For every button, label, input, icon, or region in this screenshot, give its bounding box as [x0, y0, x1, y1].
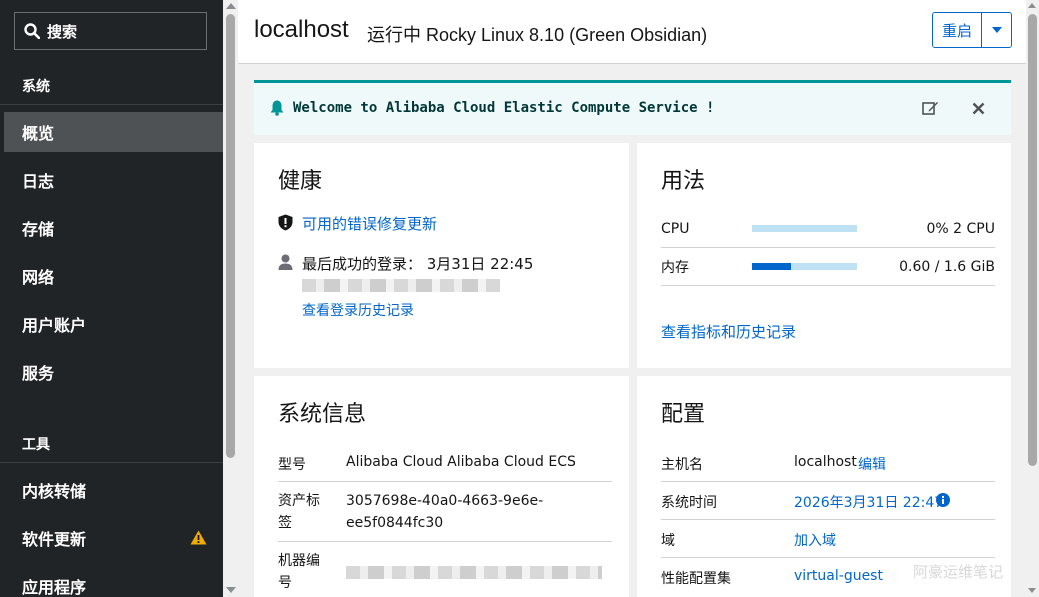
restart-button-group: 重启	[932, 12, 1012, 48]
redacted-machine-id	[346, 566, 602, 579]
health-title: 健康	[278, 169, 323, 194]
last-login-text: 最后成功的登录： 3月31日 22:45	[302, 255, 534, 273]
sysinfo-value: Alibaba Cloud Alibaba Cloud ECS	[346, 454, 576, 470]
sidebar-item-storage[interactable]: 存储	[4, 208, 223, 248]
config-title: 配置	[661, 402, 706, 427]
motd-banner: Welcome to Alibaba Cloud Elastic Compute…	[254, 80, 1011, 135]
sidebar-scrollbar[interactable]	[223, 0, 238, 597]
usage-card: 用法 CPU 0% 2 CPU 内存 0.60 / 1.6 GiB 查看指标和历…	[637, 143, 1011, 368]
cpu-progress-bar	[752, 225, 857, 232]
nav-divider	[0, 104, 223, 105]
sysinfo-row-model: 型号 Alibaba Cloud Alibaba Cloud ECS	[278, 454, 612, 482]
restart-button[interactable]: 重启	[933, 13, 981, 47]
sidebar-item-label: 日志	[22, 172, 55, 191]
search-input[interactable]: 搜索	[14, 12, 207, 50]
scroll-up-icon[interactable]	[1028, 3, 1036, 8]
usage-label: 内存	[661, 259, 689, 276]
sidebar-item-label: 网络	[22, 268, 55, 287]
sysinfo-row-asset: 资产标签 3057698e-40a0-4663-9e6e-ee5f0844fc3…	[278, 490, 612, 542]
last-login-row: 最后成功的登录： 3月31日 22:45	[278, 253, 533, 274]
usage-value: 0.60 / 1.6 GiB	[899, 258, 995, 275]
usage-row-cpu: CPU 0% 2 CPU	[661, 210, 995, 248]
sysinfo-key: 型号	[278, 457, 306, 473]
sidebar-item-updates[interactable]: 软件更新	[4, 518, 223, 558]
memory-progress-bar	[752, 263, 857, 270]
nav-divider	[0, 462, 223, 463]
sysinfo-row-machine: 机器编号	[278, 550, 612, 597]
scroll-down-icon[interactable]	[226, 587, 236, 593]
memory-progress-fill	[752, 263, 792, 270]
bell-icon	[270, 100, 284, 120]
usage-value: 0% 2 CPU	[926, 220, 995, 237]
warning-icon	[190, 530, 207, 549]
banner-message: Welcome to Alibaba Cloud Elastic Compute…	[293, 100, 715, 116]
sidebar-item-network[interactable]: 网络	[4, 256, 223, 296]
page-header: localhost 运行中 Rocky Linux 8.10 (Green Ob…	[238, 0, 1026, 64]
sysinfo-title: 系统信息	[278, 402, 367, 427]
config-row-hostname: 主机名 localhost 编辑	[661, 454, 995, 482]
sidebar-item-label: 应用程序	[22, 578, 87, 597]
config-row-domain: 域 加入域	[661, 530, 995, 558]
sidebar-item-label: 软件更新	[22, 530, 87, 549]
sidebar-item-label: 内核转储	[22, 482, 87, 501]
config-key: 性能配置集	[661, 571, 731, 587]
scroll-down-icon[interactable]	[1028, 588, 1036, 593]
updates-link[interactable]: 可用的错误修复更新	[302, 213, 437, 234]
sidebar-item-overview[interactable]: 概览	[4, 112, 223, 152]
config-value: localhost	[794, 454, 857, 470]
sysinfo-key: 资产标签	[278, 493, 320, 531]
scrollbar-thumb[interactable]	[1028, 14, 1037, 466]
config-key: 域	[661, 533, 675, 549]
metrics-link[interactable]: 查看指标和历史记录	[661, 321, 796, 342]
watermark: 阿豪运维笔记	[913, 563, 1004, 581]
edit-icon[interactable]	[922, 100, 939, 120]
nav-section-tools: 工具	[22, 437, 50, 453]
sysinfo-key: 机器编号	[278, 553, 320, 591]
usage-label: CPU	[661, 220, 690, 237]
updates-row: 可用的错误修复更新	[278, 213, 437, 235]
scrollbar-thumb[interactable]	[226, 14, 235, 458]
nav-section-system: 系统	[22, 79, 50, 95]
sysinfo-card: 系统信息 型号 Alibaba Cloud Alibaba Cloud ECS …	[254, 376, 629, 597]
config-key: 主机名	[661, 457, 703, 473]
search-label: 搜索	[47, 22, 78, 41]
sidebar-item-apps[interactable]: 应用程序	[4, 566, 223, 597]
search-icon	[23, 22, 41, 40]
system-time-link[interactable]: 2026年3月31日 22:47	[794, 492, 943, 512]
performance-profile-link[interactable]: virtual-guest	[794, 568, 883, 584]
host-status: 运行中 Rocky Linux 8.10 (Green Obsidian)	[367, 25, 708, 45]
info-icon[interactable]	[936, 493, 950, 511]
scroll-up-icon[interactable]	[226, 3, 236, 9]
main-content: localhost 运行中 Rocky Linux 8.10 (Green Ob…	[238, 0, 1026, 597]
sidebar-item-label: 存储	[22, 220, 55, 239]
main-scrollbar[interactable]	[1026, 0, 1039, 597]
sidebar: 搜索 系统 概览 日志 存储 网络 用户账户 服务 工具 内核转储 软件更新 应…	[0, 0, 223, 597]
sidebar-item-kdump[interactable]: 内核转储	[4, 470, 223, 510]
user-icon	[278, 254, 293, 274]
hostname-edit-link[interactable]: 编辑	[858, 454, 886, 474]
usage-title: 用法	[661, 169, 706, 194]
restart-dropdown-toggle[interactable]	[981, 13, 1011, 47]
config-key: 系统时间	[661, 495, 717, 511]
host-title: localhost	[254, 16, 349, 43]
join-domain-link[interactable]: 加入域	[794, 530, 836, 550]
sidebar-item-services[interactable]: 服务	[4, 352, 223, 392]
close-icon[interactable]	[972, 100, 985, 119]
login-history-link[interactable]: 查看登录历史记录	[302, 300, 414, 320]
shield-icon	[278, 214, 293, 235]
sidebar-item-label: 服务	[22, 364, 55, 383]
sidebar-item-label: 用户账户	[22, 316, 87, 335]
sysinfo-value: 3057698e-40a0-4663-9e6e-ee5f0844fc30	[346, 493, 544, 531]
health-card: 健康 可用的错误修复更新 最后成功的登录： 3月31日 22:45 查看登录历史…	[254, 143, 629, 368]
redacted-ip	[302, 279, 500, 292]
sidebar-item-label: 概览	[22, 124, 55, 143]
sidebar-item-logs[interactable]: 日志	[4, 160, 223, 200]
usage-row-memory: 内存 0.60 / 1.6 GiB	[661, 248, 995, 286]
config-row-time: 系统时间 2026年3月31日 22:47	[661, 492, 995, 520]
caret-down-icon	[991, 27, 1002, 33]
sidebar-item-accounts[interactable]: 用户账户	[4, 304, 223, 344]
